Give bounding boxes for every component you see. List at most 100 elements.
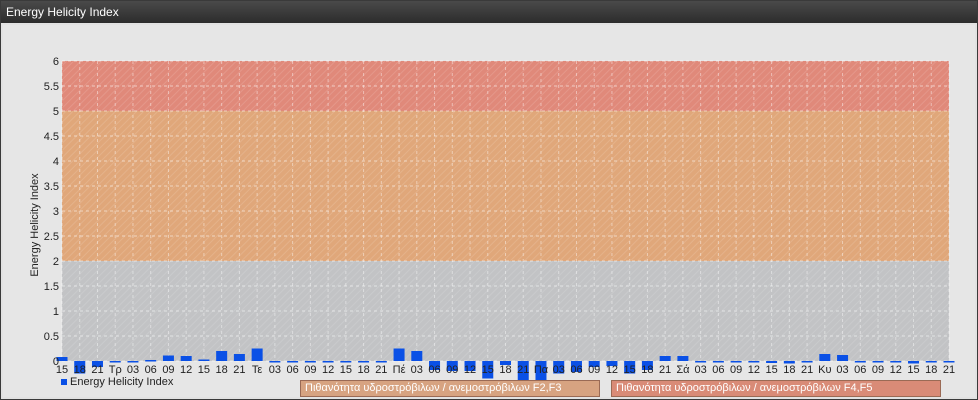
x-tick-label: 09 [446, 364, 458, 376]
x-tick-label: Κυ [818, 364, 831, 376]
bar [180, 356, 192, 361]
x-tick-label: 15 [482, 364, 494, 376]
bar [890, 361, 902, 363]
x-tick-label: 12 [322, 364, 334, 376]
x-tick-label: 18 [499, 364, 511, 376]
x-tick-label: 09 [162, 364, 174, 376]
y-tick-label: 2 [53, 256, 59, 268]
bar [854, 361, 866, 363]
x-tick-label: 12 [180, 364, 192, 376]
zone-legend-f2f3: Πιθανότητα υδροστρόβιλων / ανεμοστρόβιλω… [300, 380, 600, 397]
chart-window: Energy Helicity Index 0 0.5 1 1.5 2 2.5 3 3.5 4 4… [0, 0, 978, 400]
x-tick-label: 21 [801, 364, 813, 376]
x-tick-label: 21 [517, 364, 529, 376]
x-tick-label: 09 [730, 364, 742, 376]
x-tick-label: 18 [641, 364, 653, 376]
bar [677, 356, 689, 361]
x-tick-label: 15 [907, 364, 919, 376]
y-tick-label: 6 [53, 56, 59, 68]
bar [375, 361, 387, 363]
bar [269, 361, 281, 363]
x-tick-label: Πέ [393, 364, 406, 376]
x-tick-label: 09 [872, 364, 884, 376]
bar [340, 361, 352, 363]
bar [145, 360, 157, 362]
x-tick-label: 06 [712, 364, 724, 376]
x-tick-label: 21 [659, 364, 671, 376]
x-tick-label: 18 [783, 364, 795, 376]
y-tick-label: 4.5 [44, 131, 59, 143]
bar [127, 361, 139, 363]
x-tick-label: 21 [91, 364, 103, 376]
bar [393, 348, 405, 361]
x-tick-label: 21 [233, 364, 245, 376]
x-tick-label: 12 [748, 364, 760, 376]
y-tick-label: 0.5 [44, 331, 59, 343]
y-tick-label: 1 [53, 306, 59, 318]
bar [287, 361, 299, 363]
bar [216, 351, 228, 361]
bar [251, 348, 263, 361]
zone-legend-f4f5: Πιθανότητα υδροστρόβιλων / ανεμοστρόβιλω… [611, 380, 941, 397]
x-tick-label: 03 [695, 364, 707, 376]
bar [659, 356, 671, 361]
x-tick-label: 15 [340, 364, 352, 376]
bar [837, 355, 849, 361]
x-tick-label: 06 [428, 364, 440, 376]
x-tick-label: 18 [74, 364, 86, 376]
bar [712, 361, 724, 363]
bar [162, 355, 174, 361]
x-tick-label: Σά [676, 364, 690, 376]
ehi-chart: 00.511.522.533.544.555.56 15 18 21 Τρ 03 06 09… [29, 56, 955, 384]
x-tick-label: 15 [624, 364, 636, 376]
bar [766, 361, 778, 363]
series-legend: Energy Helicity Index [61, 376, 173, 388]
y-tick-label: 2.5 [44, 231, 59, 243]
chart-panel: 0 0.5 1 1.5 2 2.5 3 3.5 4 4.5 5 5.5 6 15 18 21 Τρ 03 06 09… [3, 25, 975, 397]
y-tick-label: 3 [53, 206, 59, 218]
bar [801, 361, 813, 363]
y-tick-label: 4 [53, 156, 59, 168]
x-tick-label: 21 [943, 364, 955, 376]
x-tick-label: 03 [553, 364, 565, 376]
x-tick-label: Τρ [109, 364, 122, 376]
x-tick-label: Πα [534, 364, 549, 376]
x-tick-label: 15 [198, 364, 210, 376]
y-tick-label: 5 [53, 106, 59, 118]
x-tick-label: 15 [56, 364, 68, 376]
bar [872, 361, 884, 363]
bar [358, 361, 370, 363]
x-tick-label: 06 [145, 364, 157, 376]
x-tick-label: 03 [127, 364, 139, 376]
x-tick-label: 06 [286, 364, 298, 376]
x-tick-label: 09 [304, 364, 316, 376]
bar [304, 361, 316, 363]
x-tick-label: 12 [890, 364, 902, 376]
x-tick-label: 03 [269, 364, 281, 376]
series-legend-swatch [61, 379, 67, 385]
x-tick-label: 18 [216, 364, 228, 376]
y-tick-label: 5.5 [44, 81, 59, 93]
y-tick-label: 1.5 [44, 281, 59, 293]
bar [695, 361, 707, 363]
x-tick-label: 12 [464, 364, 476, 376]
y-tick-label: 3.5 [44, 181, 59, 193]
x-tick-label: Τε [252, 364, 263, 376]
bar [925, 361, 937, 363]
bar [322, 361, 334, 363]
x-tick-label: 06 [854, 364, 866, 376]
bar [943, 361, 955, 363]
bar [233, 354, 245, 361]
x-tick-label: 09 [588, 364, 600, 376]
series-legend-label: Energy Helicity Index [70, 376, 174, 388]
bar [748, 361, 760, 363]
x-tick-label: 03 [411, 364, 423, 376]
x-tick-label: 15 [765, 364, 777, 376]
x-tick-label: 03 [836, 364, 848, 376]
x-tick-label: 18 [925, 364, 937, 376]
y-axis-label: Energy Helicity Index [29, 173, 41, 277]
bar [198, 359, 210, 361]
window-title: Energy Helicity Index [1, 1, 977, 23]
x-tick-label: 12 [606, 364, 618, 376]
bar [730, 361, 742, 363]
